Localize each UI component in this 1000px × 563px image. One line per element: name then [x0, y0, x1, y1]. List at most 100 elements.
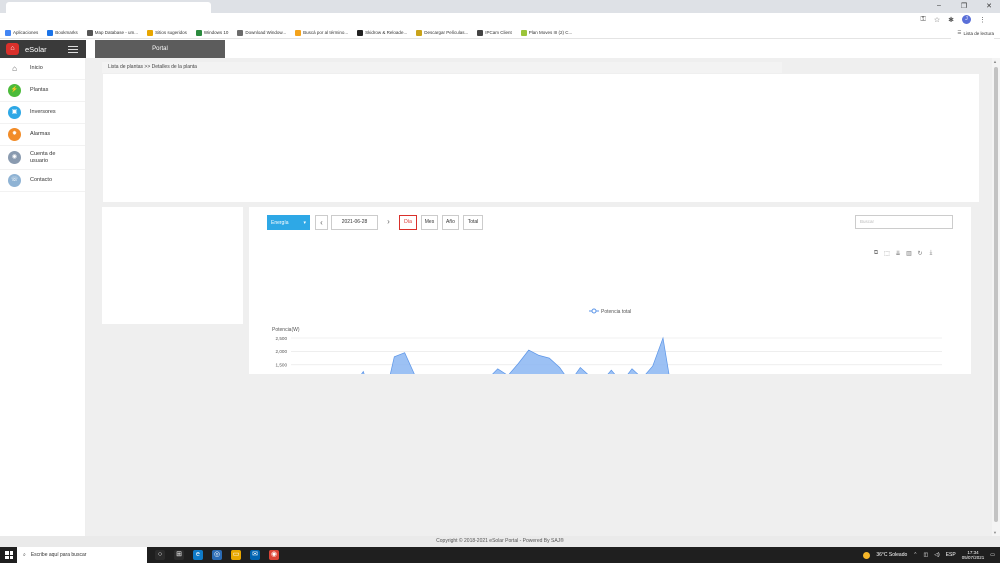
- bookmark-item[interactable]: Plan Moves III (2) C...: [520, 29, 573, 36]
- bookmark-item[interactable]: Sitios sugeridos: [147, 29, 187, 36]
- key-icon[interactable]: ⚿: [921, 16, 926, 24]
- sidebar-item-icon: ☏: [8, 174, 21, 187]
- profile-avatar[interactable]: J: [962, 15, 971, 24]
- reading-list-label: Lista de lectura: [963, 30, 994, 36]
- y-tick-label: 1,500: [276, 363, 288, 368]
- sidebar-item[interactable]: ☏ Contacto: [0, 170, 85, 192]
- start-button[interactable]: [5, 551, 13, 559]
- bookmark-favicon-icon: [5, 29, 11, 36]
- bookmark-label: Descargar Películas...: [424, 30, 469, 35]
- power-line: [361, 336, 670, 374]
- y-axis-label: Potencia(W): [272, 327, 300, 333]
- taskbar-app-icon[interactable]: ✉: [250, 550, 260, 560]
- bookmark-item[interactable]: Skidrow & Reloade...: [357, 29, 407, 36]
- bookmark-favicon-icon: [147, 29, 154, 36]
- scroll-down-icon[interactable]: ▼: [993, 530, 997, 535]
- language-indicator[interactable]: ESP: [946, 552, 956, 558]
- more-menu-icon[interactable]: ⋮: [979, 16, 986, 24]
- footer: Copyright © 2018-2021 eSolar Portal - Po…: [0, 536, 1000, 547]
- taskbar-app-icon[interactable]: ◉: [269, 550, 279, 560]
- bookmark-item[interactable]: Aplicaciones: [5, 29, 39, 36]
- close-button[interactable]: ✕: [984, 2, 994, 10]
- main-content: Lista de plantas >> Detalles de la plant…: [86, 58, 1000, 536]
- sidebar-item-label: Plantas: [30, 87, 49, 93]
- y-tick-label: 2,000: [276, 349, 288, 354]
- bookmark-item[interactable]: IPCam Client: [477, 29, 512, 36]
- sidebar-item-label: Inicio: [30, 65, 43, 71]
- extensions-icon[interactable]: ✱: [948, 16, 954, 24]
- bookmark-item[interactable]: Bookmarks: [47, 29, 78, 36]
- maximize-button[interactable]: ❐: [959, 2, 969, 10]
- bookmark-item[interactable]: Windows 10: [195, 29, 228, 36]
- bookmark-label: IPCam Client: [485, 30, 512, 35]
- logo-text: eSolar: [25, 44, 47, 54]
- bookmark-item[interactable]: Download Window...: [237, 29, 287, 36]
- bookmark-favicon-icon: [520, 29, 527, 36]
- system-tray: 36°C Soleado ⌃ ◫ ◁) ESP 17:34 05/07/2021…: [863, 547, 995, 563]
- bookmark-label: Download Window...: [245, 30, 287, 35]
- reading-list-icon: ☰: [957, 30, 962, 35]
- bookmark-favicon-icon: [295, 29, 302, 36]
- notifications-icon[interactable]: ▭: [990, 552, 995, 558]
- taskbar-app-icon[interactable]: ○: [155, 550, 165, 560]
- sidebar-item[interactable]: ⚡ Plantas: [0, 80, 85, 102]
- logo-area: ⌂ eSolar: [0, 40, 86, 58]
- page-scrollbar[interactable]: ▲ ▼: [992, 58, 1000, 536]
- sidebar-item[interactable]: ◉ Cuenta de usuario: [0, 146, 85, 170]
- os-taskbar: ⌕ Escribe aquí para buscar ○ ⊞ e ◎ ▭ ✉ ◉ 36°C …: [0, 547, 1000, 563]
- bookmark-item[interactable]: Descargar Películas...: [416, 29, 469, 36]
- taskbar-app-icon[interactable]: ◎: [212, 550, 222, 560]
- sidebar-item-label: Alarmas: [30, 131, 51, 137]
- power-area: [361, 338, 669, 374]
- sidebar-item-icon: ▣: [8, 106, 21, 119]
- taskbar-clock[interactable]: 17:34 05/07/2021: [962, 550, 985, 560]
- taskbar-app-icon[interactable]: e: [193, 550, 203, 560]
- esolar-logo-icon: ⌂: [6, 43, 19, 55]
- network-icon[interactable]: ◫: [923, 552, 928, 558]
- search-icon: ⌕: [23, 552, 26, 558]
- portal-tab[interactable]: Portal: [95, 40, 225, 58]
- bookmark-favicon-icon: [477, 29, 484, 36]
- bookmark-label: Map Database - um...: [94, 30, 139, 35]
- star-icon[interactable]: ☆: [934, 16, 940, 24]
- scroll-up-icon[interactable]: ▲: [993, 59, 997, 64]
- minimize-button[interactable]: –: [934, 2, 944, 10]
- tray-chevron-up-icon[interactable]: ⌃: [913, 552, 917, 558]
- bookmark-item[interactable]: Buscá por al término...: [295, 29, 348, 36]
- volume-icon[interactable]: ◁): [934, 552, 940, 558]
- sidebar-item[interactable]: ▣ Inversores: [0, 102, 85, 124]
- taskbar-app-icon[interactable]: ⊞: [174, 550, 184, 560]
- taskbar-app-icon[interactable]: ▭: [231, 550, 241, 560]
- reading-list-button[interactable]: ☰ Lista de lectura: [951, 27, 994, 39]
- sidebar-item[interactable]: ✸ Alarmas: [0, 124, 85, 146]
- clock-date: 05/07/2021: [961, 555, 985, 560]
- power-chart: Potencia totalPotencia(W)05001,0001,5002…: [272, 308, 942, 374]
- plant-summary-panel: [102, 207, 243, 324]
- sidebar-item-icon: ✸: [8, 128, 21, 141]
- address-bar-icons: ⚿ ☆ ✱ J ⋮: [921, 15, 986, 24]
- taskbar-apps: ○ ⊞ e ◎ ▭ ✉ ◉: [155, 550, 279, 560]
- bookmark-item[interactable]: Map Database - um...: [86, 29, 139, 36]
- window-controls: – ❐ ✕: [934, 2, 994, 10]
- chart-panel: Energía ▾ ‹ 2021-06-28 › Día Mes Año Tot…: [249, 207, 971, 374]
- sidebar-item-label: Inversores: [30, 109, 56, 115]
- browser-active-tab[interactable]: [6, 2, 211, 13]
- bookmarks-bar: Aplicaciones Bookmarks Map Database - um..…: [0, 27, 1000, 39]
- legend-marker[interactable]: [591, 308, 597, 314]
- bookmark-label: Bookmarks: [55, 30, 78, 35]
- y-tick-label: 2,500: [276, 336, 288, 341]
- hamburger-menu-icon[interactable]: [67, 45, 78, 53]
- legend-label[interactable]: Potencia total: [601, 309, 631, 315]
- sidebar-item-label: Cuenta de usuario: [30, 150, 56, 164]
- address-bar[interactable]: ⚿ ☆ ✱ J ⋮: [0, 13, 1000, 27]
- sidebar-item[interactable]: ⌂ Inicio: [0, 58, 85, 80]
- bookmark-label: Plan Moves III (2) C...: [528, 30, 573, 35]
- bookmark-label: Aplicaciones: [13, 30, 39, 35]
- bookmark-favicon-icon: [47, 29, 54, 36]
- sidebar-item-icon: ◉: [8, 151, 21, 164]
- sidebar-item-icon: ⚡: [8, 84, 21, 97]
- bookmark-favicon-icon: [237, 29, 244, 36]
- taskbar-search-input[interactable]: ⌕ Escribe aquí para buscar: [17, 547, 147, 563]
- weather-text[interactable]: 36°C Soleado: [876, 552, 907, 558]
- scroll-thumb[interactable]: [994, 67, 998, 522]
